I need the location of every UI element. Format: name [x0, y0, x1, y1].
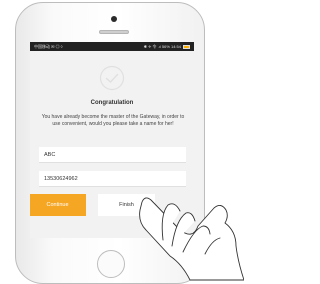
- status-bar-right: ✱ ✈ 令 .ıl 56% 14:54: [144, 42, 190, 51]
- home-button[interactable]: [97, 250, 125, 278]
- status-bar-left: 中国移动 ✉ ◎ ◊: [34, 44, 63, 49]
- continue-button[interactable]: Continue: [30, 194, 86, 216]
- finish-button[interactable]: Finish: [98, 194, 155, 216]
- battery-icon: [183, 44, 190, 49]
- dialog-title: Congratulation: [90, 100, 134, 106]
- earpiece-speaker: [99, 30, 129, 34]
- phone-number-field[interactable]: 13530624962: [39, 171, 186, 187]
- front-camera: [111, 16, 117, 22]
- status-bar: 中国移动 ✉ ◎ ◊ ✱ ✈ 令 .ıl 56% 14:54: [30, 42, 194, 51]
- dialog-message: You have already become the master of th…: [41, 114, 185, 127]
- check-circle-icon: [99, 65, 125, 91]
- gateway-name-field[interactable]: ABC: [39, 147, 186, 163]
- status-bar-right-text: ✱ ✈ 令 .ıl 56% 14:54: [143, 44, 181, 49]
- phone-screen: 中国移动 ✉ ◎ ◊ ✱ ✈ 令 .ıl 56% 14:54 Congratul…: [30, 42, 194, 238]
